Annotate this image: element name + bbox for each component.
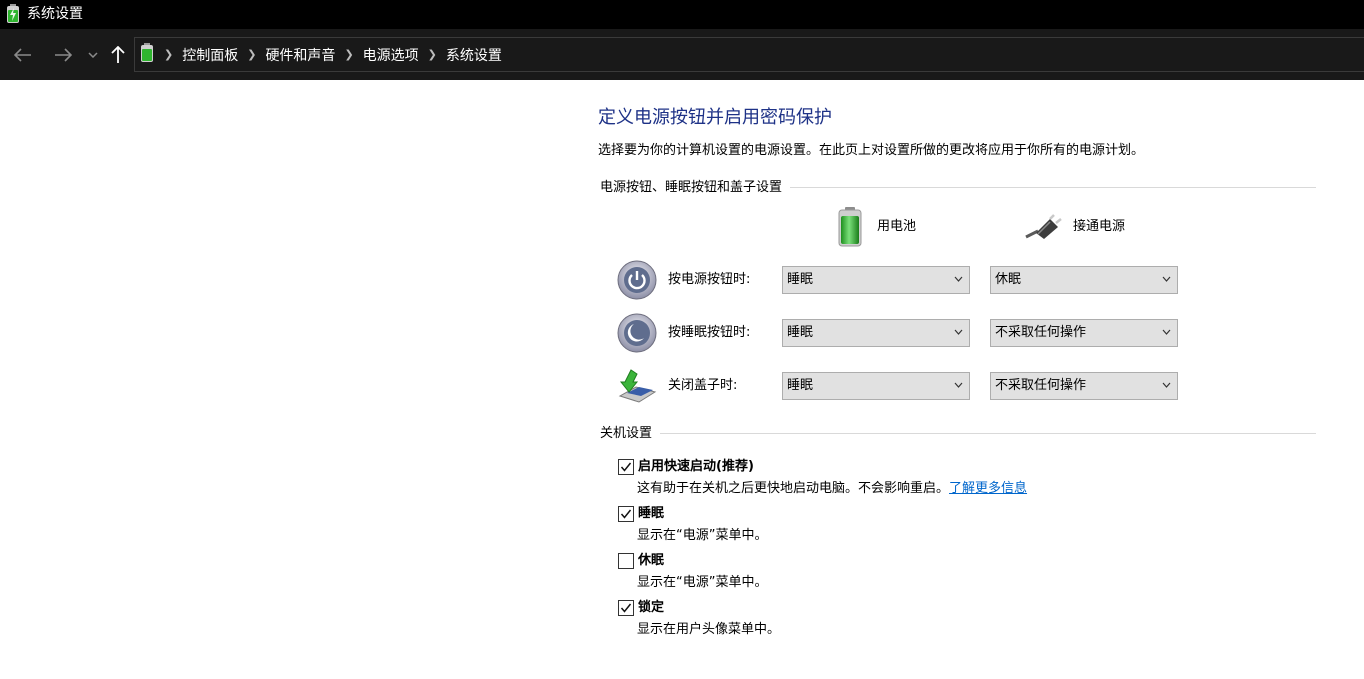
forward-button[interactable] bbox=[50, 29, 76, 80]
breadcrumb-separator-icon: ❯ bbox=[247, 48, 257, 61]
sleep-button-battery-value: 睡眠 bbox=[787, 325, 814, 340]
sleep-checkbox[interactable] bbox=[618, 506, 634, 522]
chevron-down-icon bbox=[1162, 276, 1171, 282]
title-bar: 系统设置 bbox=[0, 0, 1364, 29]
power-button-plugged-select[interactable]: 休眠 bbox=[990, 266, 1178, 294]
fast-startup-label: 启用快速启动(推荐) bbox=[638, 459, 754, 474]
up-button[interactable] bbox=[106, 29, 130, 80]
plugged-in-column-header: 接通电源 bbox=[1073, 219, 1126, 234]
hibernate-option-description: 显示在“电源”菜单中。 bbox=[637, 575, 768, 590]
breadcrumb-control-panel[interactable]: 控制面板 bbox=[182, 45, 238, 65]
fast-startup-description: 这有助于在关机之后更快地启动电脑。不会影响重启。了解更多信息 bbox=[637, 480, 1027, 498]
lid-close-plugged-select[interactable]: 不采取任何操作 bbox=[990, 372, 1178, 400]
power-button-battery-value: 睡眠 bbox=[787, 272, 814, 287]
sleep-button-plugged-value: 不采取任何操作 bbox=[995, 325, 1087, 340]
battery-icon bbox=[838, 207, 862, 247]
recent-locations-button[interactable] bbox=[84, 29, 102, 80]
window-title: 系统设置 bbox=[27, 6, 83, 22]
arrow-up-icon bbox=[111, 45, 125, 63]
hibernate-option-label: 休眠 bbox=[638, 553, 665, 568]
lock-checkbox[interactable] bbox=[618, 600, 634, 616]
fast-startup-checkbox[interactable] bbox=[618, 459, 634, 475]
battery-column-header: 用电池 bbox=[877, 219, 917, 234]
chevron-down-icon bbox=[88, 51, 98, 58]
breadcrumb-separator-icon: ❯ bbox=[344, 48, 354, 61]
sleep-button-icon bbox=[617, 313, 657, 353]
shutdown-section-label: 关机设置 bbox=[600, 425, 661, 443]
lid-close-battery-select[interactable]: 睡眠 bbox=[782, 372, 970, 400]
buttons-section-label: 电源按钮、睡眠按钮和盖子设置 bbox=[600, 179, 791, 197]
lid-close-label: 关闭盖子时: bbox=[668, 378, 738, 393]
checkmark-icon bbox=[620, 603, 632, 613]
lock-option-description: 显示在用户头像菜单中。 bbox=[637, 622, 781, 637]
sleep-button-label: 按睡眠按钮时: bbox=[668, 325, 751, 340]
power-button-battery-select[interactable]: 睡眠 bbox=[782, 266, 970, 294]
power-plug-icon bbox=[1025, 214, 1062, 239]
chevron-down-icon bbox=[954, 329, 963, 335]
chevron-down-icon bbox=[1162, 329, 1171, 335]
sleep-option-description: 显示在“电源”菜单中。 bbox=[637, 528, 768, 543]
checkmark-icon bbox=[620, 509, 632, 519]
power-button-plugged-value: 休眠 bbox=[995, 272, 1022, 287]
power-button-label: 按电源按钮时: bbox=[668, 272, 751, 287]
page-title: 定义电源按钮并启用密码保护 bbox=[598, 107, 832, 128]
sleep-button-battery-select[interactable]: 睡眠 bbox=[782, 319, 970, 347]
breadcrumb-separator-icon: ❯ bbox=[164, 48, 174, 61]
breadcrumb-power-options[interactable]: 电源选项 bbox=[363, 45, 419, 65]
lid-close-battery-value: 睡眠 bbox=[787, 378, 814, 393]
checkmark-icon bbox=[620, 462, 632, 472]
breadcrumb-separator-icon: ❯ bbox=[427, 48, 437, 61]
address-bar: ❯ 控制面板 ❯ 硬件和声音 ❯ 电源选项 ❯ 系统设置 bbox=[0, 29, 1364, 80]
battery-app-icon bbox=[7, 4, 19, 23]
hibernate-checkbox[interactable] bbox=[618, 553, 634, 569]
breadcrumb-system-settings[interactable]: 系统设置 bbox=[446, 45, 502, 65]
laptop-lid-icon bbox=[618, 369, 657, 403]
chevron-down-icon bbox=[954, 382, 963, 388]
section-divider bbox=[600, 433, 1316, 434]
arrow-right-icon bbox=[55, 47, 72, 62]
back-button[interactable] bbox=[10, 29, 36, 80]
chevron-down-icon bbox=[1162, 382, 1171, 388]
lock-option-label: 锁定 bbox=[638, 600, 665, 615]
page-subtitle: 选择要为你的计算机设置的电源设置。在此页上对设置所做的更改将应用于你所有的电源计… bbox=[598, 143, 1145, 158]
learn-more-link[interactable]: 了解更多信息 bbox=[949, 481, 1027, 496]
lid-close-plugged-value: 不采取任何操作 bbox=[995, 378, 1087, 393]
sleep-button-plugged-select[interactable]: 不采取任何操作 bbox=[990, 319, 1178, 347]
sleep-option-label: 睡眠 bbox=[638, 506, 665, 521]
fast-startup-desc-text: 这有助于在关机之后更快地启动电脑。不会影响重启。 bbox=[637, 481, 950, 496]
breadcrumb: ❯ 控制面板 ❯ 硬件和声音 ❯ 电源选项 ❯ 系统设置 bbox=[164, 29, 502, 80]
breadcrumb-hardware-sound[interactable]: 硬件和声音 bbox=[265, 45, 335, 65]
arrow-left-icon bbox=[14, 47, 31, 62]
battery-location-icon bbox=[141, 43, 153, 62]
chevron-down-icon bbox=[954, 276, 963, 282]
power-button-icon bbox=[617, 260, 657, 300]
